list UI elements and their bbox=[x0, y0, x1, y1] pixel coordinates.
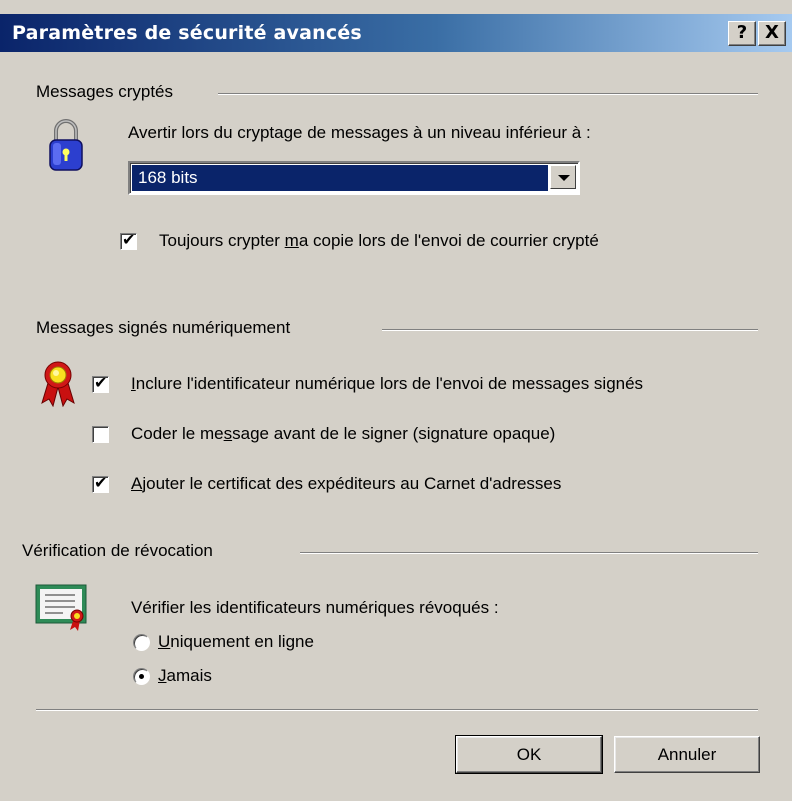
help-button[interactable]: ? bbox=[728, 21, 756, 46]
encode-label: Coder le message avant de le signer (sig… bbox=[131, 424, 556, 443]
checkmark-icon: ✔ bbox=[94, 473, 108, 492]
never-label: Jamais bbox=[158, 666, 212, 685]
revocation-group-label: Vérification de révocation bbox=[22, 541, 213, 560]
title-bar: Paramètres de sécurité avancés ? X bbox=[0, 14, 792, 52]
window-title: Paramètres de sécurité avancés bbox=[12, 22, 362, 44]
encrypted-group-label: Messages cryptés bbox=[36, 82, 173, 101]
radio-online-only[interactable] bbox=[133, 634, 150, 651]
cancel-button[interactable]: Annuler bbox=[614, 736, 760, 773]
warn-level-label: Avertir lors du cryptage de messages à u… bbox=[128, 123, 591, 142]
chevron-down-icon[interactable] bbox=[550, 165, 576, 189]
close-button[interactable]: X bbox=[758, 21, 786, 46]
encryption-level-select[interactable]: 168 bits bbox=[128, 161, 580, 195]
award-ribbon-icon bbox=[38, 361, 78, 408]
add-cert-checkbox[interactable]: ✔ bbox=[92, 473, 109, 493]
group-divider bbox=[382, 329, 758, 331]
footer-separator bbox=[36, 709, 758, 711]
include-id-checkbox[interactable]: ✔ bbox=[92, 373, 109, 393]
certificate-icon bbox=[35, 584, 93, 632]
padlock-icon bbox=[48, 118, 84, 176]
always-encrypt-label: Toujours crypter ma copie lors de l'envo… bbox=[159, 231, 599, 250]
radio-selected-dot bbox=[139, 674, 144, 679]
add-cert-label: Ajouter le certificat des expéditeurs au… bbox=[131, 474, 562, 493]
revocation-check-label: Vérifier les identificateurs numériques … bbox=[131, 598, 499, 617]
online-only-label: Uniquement en ligne bbox=[158, 632, 314, 651]
checkmark-icon: ✔ bbox=[122, 230, 136, 249]
encode-checkbox[interactable] bbox=[92, 426, 109, 443]
always-encrypt-checkbox[interactable]: ✔ bbox=[120, 230, 137, 250]
signed-group-label: Messages signés numériquement bbox=[36, 318, 291, 337]
include-id-label: Inclure l'identificateur numérique lors … bbox=[131, 374, 644, 393]
checkmark-icon: ✔ bbox=[94, 373, 108, 392]
group-divider bbox=[300, 552, 758, 554]
encryption-level-value: 168 bits bbox=[132, 165, 548, 191]
ok-button[interactable]: OK bbox=[455, 735, 603, 774]
group-divider bbox=[218, 93, 758, 95]
radio-never[interactable] bbox=[133, 668, 150, 685]
